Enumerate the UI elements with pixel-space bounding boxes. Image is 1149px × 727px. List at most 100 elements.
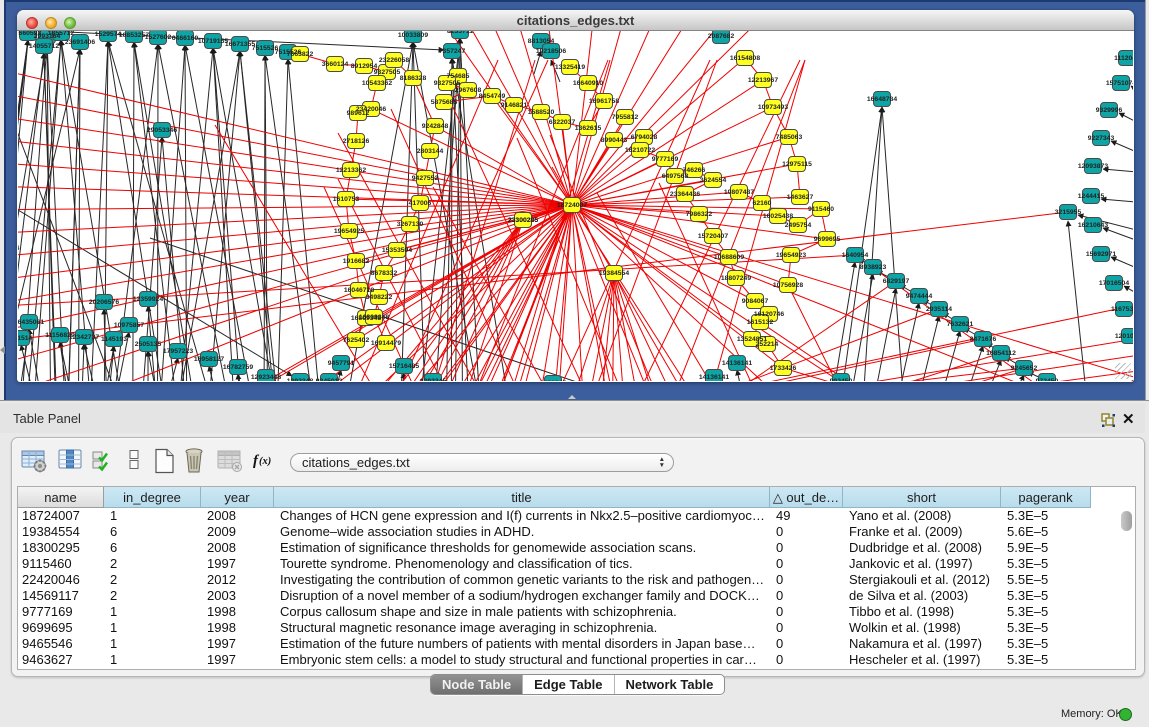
svg-text:1640954: 1640954: [842, 252, 869, 259]
svg-text:1292345: 1292345: [420, 378, 447, 381]
svg-text:10025438: 10025438: [763, 213, 793, 220]
svg-text:9457791: 9457791: [328, 360, 355, 367]
svg-text:1362615: 1362615: [575, 125, 602, 132]
svg-text:8454749: 8454749: [479, 93, 506, 100]
svg-text:1610753: 1610753: [333, 196, 360, 203]
svg-text:1244415: 1244415: [1078, 193, 1105, 200]
svg-text:16046718: 16046718: [344, 287, 374, 294]
svg-text:16961758: 16961758: [589, 98, 619, 105]
svg-text:9329996: 9329996: [1096, 107, 1123, 114]
svg-text:9227343: 9227343: [1088, 135, 1115, 142]
svg-text:746266: 746266: [683, 167, 706, 174]
svg-text:23226058: 23226058: [379, 57, 409, 64]
svg-text:391514: 391514: [18, 335, 33, 342]
svg-text:9327505: 9327505: [374, 69, 401, 76]
svg-text:19654923: 19654923: [776, 252, 806, 259]
svg-text:10973493: 10973493: [758, 104, 788, 111]
svg-text:12923448: 12923448: [251, 374, 281, 381]
svg-text:972450: 972450: [1036, 378, 1059, 381]
svg-text:992450: 992450: [830, 378, 853, 381]
svg-text:9427552: 9427552: [412, 175, 439, 182]
svg-text:19654925: 19654925: [334, 228, 364, 235]
svg-text:8938923: 8938923: [860, 264, 887, 271]
svg-text:10719155: 10719155: [198, 38, 228, 45]
svg-text:1112045: 1112045: [1114, 55, 1133, 62]
svg-text:3624554: 3624554: [700, 177, 727, 184]
svg-text:1482345: 1482345: [540, 380, 567, 381]
svg-text:23300285: 23300285: [508, 217, 538, 224]
svg-text:7625402: 7625402: [343, 337, 370, 344]
svg-text:1588520: 1588520: [528, 109, 555, 116]
svg-text:17016504: 17016504: [1099, 280, 1129, 287]
svg-text:12213967: 12213967: [748, 77, 778, 84]
svg-text:17957223: 17957223: [163, 348, 193, 355]
svg-text:535594: 535594: [18, 245, 20, 252]
svg-text:6322037: 6322037: [549, 119, 576, 126]
svg-text:16671355: 16671355: [225, 41, 255, 48]
svg-text:20206576: 20206576: [89, 299, 119, 306]
svg-text:18807249: 18807249: [721, 275, 751, 282]
svg-text:3215955: 3215955: [1055, 209, 1082, 216]
svg-text:14136141: 14136141: [722, 360, 752, 367]
svg-text:6794028: 6794028: [631, 134, 658, 141]
svg-text:14055712: 14055712: [29, 43, 59, 50]
svg-text:16640910: 16640910: [573, 80, 603, 87]
svg-text:2935114: 2935114: [926, 306, 952, 313]
svg-text:989612: 989612: [347, 110, 370, 117]
svg-text:8990443: 8990443: [601, 137, 628, 144]
svg-text:1733426: 1733426: [770, 365, 797, 372]
svg-text:1527602: 1527602: [145, 34, 172, 41]
svg-text:16210722: 16210722: [625, 147, 655, 154]
svg-text:9474444: 9474444: [906, 293, 933, 300]
svg-text:10543362: 10543362: [362, 80, 392, 87]
svg-text:16120746: 16120746: [754, 311, 784, 318]
svg-text:5875685: 5875685: [431, 99, 458, 106]
svg-text:16914479: 16914479: [371, 340, 401, 347]
svg-text:3267130: 3267130: [397, 221, 424, 228]
svg-text:1463627: 1463627: [787, 194, 814, 201]
svg-text:2718126: 2718126: [343, 138, 370, 145]
svg-text:2087682: 2087682: [708, 33, 735, 40]
svg-text:12342737: 12342737: [69, 334, 99, 341]
svg-text:8186328: 8186328: [400, 75, 427, 82]
svg-text:16782759: 16782759: [223, 364, 253, 371]
svg-text:15720407: 15720407: [698, 233, 728, 240]
svg-text:12213362: 12213362: [336, 167, 366, 174]
svg-text:15716485: 15716485: [389, 363, 419, 370]
svg-text:1529574: 1529574: [95, 31, 122, 38]
svg-text:3498222: 3498222: [366, 294, 393, 301]
svg-text:3660124: 3660124: [322, 61, 349, 68]
svg-text:1167533: 1167533: [1111, 306, 1133, 313]
svg-text:10807487: 10807487: [724, 189, 754, 196]
svg-text:15692971: 15692971: [1086, 251, 1116, 258]
svg-text:19218506: 19218506: [536, 48, 566, 55]
svg-text:12010354: 12010354: [1115, 333, 1133, 340]
svg-text:1292348: 1292348: [287, 378, 314, 381]
svg-text:7955812: 7955812: [612, 114, 639, 121]
svg-text:1855712: 1855712: [48, 31, 75, 37]
svg-text:8678332: 8678332: [371, 270, 398, 277]
svg-text:16210643: 16210643: [1078, 222, 1108, 229]
svg-text:7485063: 7485063: [776, 134, 803, 141]
svg-text:9084067: 9084067: [742, 298, 769, 305]
svg-text:9699695: 9699695: [814, 236, 841, 243]
svg-text:7357247: 7357247: [439, 48, 466, 55]
svg-text:15353594: 15353594: [382, 247, 412, 254]
svg-text:15751074: 15751074: [1106, 80, 1133, 87]
svg-text:9245012: 9245012: [316, 378, 343, 381]
svg-text:1916682: 1916682: [343, 258, 370, 265]
svg-text:1615132: 1615132: [747, 319, 774, 326]
svg-text:29053346: 29053346: [147, 127, 177, 134]
svg-text:8471676: 8471676: [970, 336, 997, 343]
svg-text:7632621: 7632621: [947, 321, 974, 328]
svg-text:6466160: 6466160: [172, 35, 199, 42]
svg-text:2505135: 2505135: [135, 341, 162, 348]
svg-text:8235711: 8235711: [447, 31, 473, 35]
svg-text:9245652: 9245652: [1011, 365, 1038, 372]
svg-text:14136141: 14136141: [699, 374, 729, 381]
svg-text:16154808: 16154808: [730, 55, 760, 62]
svg-text:62160: 62160: [753, 200, 772, 207]
svg-text:10033809: 10033809: [398, 32, 428, 39]
svg-text:23364436: 23364436: [670, 191, 700, 198]
svg-text:18724007: 18724007: [557, 202, 587, 209]
